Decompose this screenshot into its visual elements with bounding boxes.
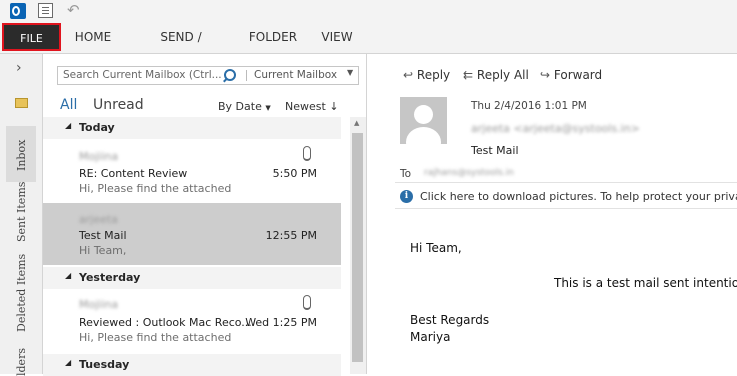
body-signature: Mariya [410, 330, 451, 344]
mail-subject: Test Mail [79, 229, 127, 242]
mail-time: 5:50 PM [272, 167, 317, 180]
search-box[interactable]: Search Current Mailbox (Ctrl... Current … [57, 66, 359, 85]
info-bar-divider [395, 182, 737, 183]
ribbon-tabs: FILE HOME SEND / RECEIVE FOLDER VIEW [0, 22, 737, 75]
body-line: This is a test mail sent intentio [554, 276, 737, 290]
reading-pane: ↩ Reply ⇇ Reply All ↪ Forward Thu 2/4/20… [367, 54, 737, 374]
forward-icon: ↪ [540, 68, 551, 82]
undo-icon[interactable]: ↶ [67, 1, 80, 19]
mail-preview: Hi Team, [79, 244, 127, 257]
sort-order-toggle[interactable]: Newest ↓ [285, 100, 339, 113]
reply-all-icon: ⇇ [463, 68, 474, 82]
folder-inbox[interactable]: Inbox [15, 140, 28, 171]
group-label: Yesterday [79, 271, 141, 284]
collapse-triangle-icon: ◢ [65, 271, 72, 280]
folder-sent-items[interactable]: Sent Items [15, 182, 28, 242]
list-item[interactable]: Mojiina Reviewed : Outlook Mac Reco... W… [43, 290, 341, 352]
group-header-yesterday[interactable]: ◢ Yesterday [43, 267, 341, 289]
group-label: Today [79, 121, 115, 134]
chevron-down-icon[interactable]: ▼ [347, 68, 353, 77]
mail-subject: RE: Content Review [79, 167, 188, 180]
chevron-down-icon: ▼ [265, 104, 271, 112]
body-greeting: Hi Team, [410, 241, 462, 255]
mail-time: Wed 1:25 PM [245, 316, 317, 329]
list-scrollbar[interactable]: ▲ [350, 117, 366, 374]
mail-sender: Mojiina [79, 298, 119, 311]
to-label: To [400, 168, 412, 180]
folder-pane-collapsed: › Inbox Sent Items Deleted Items lders [0, 54, 43, 376]
info-icon: i [400, 190, 413, 203]
info-bar-divider [395, 208, 737, 209]
search-scope-dropdown[interactable]: Current Mailbox [254, 69, 337, 81]
list-item[interactable]: Mojiina RE: Content Review 5:50 PM Hi, P… [43, 140, 341, 202]
forward-label: Forward [553, 68, 603, 82]
search-input[interactable]: Search Current Mailbox (Ctrl... [63, 69, 222, 81]
folder-icon[interactable] [15, 98, 28, 108]
group-label: Tuesday [79, 358, 130, 371]
message-from[interactable]: arjeeta <arjeeta@systools.in> [471, 122, 640, 135]
mail-preview: Hi, Please find the attached [79, 182, 232, 195]
folder-deleted-items[interactable]: Deleted Items [15, 254, 28, 332]
sort-by-date-dropdown[interactable]: By Date ▼ [218, 100, 271, 113]
tab-home[interactable]: HOME [71, 22, 115, 53]
group-header-tuesday[interactable]: ◢ Tuesday [43, 354, 341, 376]
scroll-up-arrow-icon[interactable]: ▲ [354, 119, 359, 127]
body-closing: Best Regards [410, 313, 490, 327]
attachment-icon [303, 295, 311, 310]
mail-sender: arjeeta [79, 213, 118, 226]
list-item[interactable]: arjeeta Test Mail 12:55 PM Hi Team, [43, 203, 341, 265]
arrow-down-icon: ↓ [329, 100, 339, 113]
mail-subject: Reviewed : Outlook Mac Reco... [79, 316, 252, 329]
mail-sender: Mojiina [79, 150, 119, 163]
mail-preview: Hi, Please find the attached [79, 331, 232, 344]
group-header-today[interactable]: ◢ Today [43, 117, 341, 139]
reply-label: Reply [416, 68, 451, 82]
outlook-logo-icon [10, 3, 26, 19]
download-pictures-bar[interactable]: Click here to download pictures. To help… [420, 190, 737, 203]
message-subject: Test Mail [471, 144, 519, 157]
collapse-triangle-icon: ◢ [65, 121, 72, 130]
tab-view[interactable]: VIEW [318, 22, 356, 53]
mail-time: 12:55 PM [265, 229, 317, 242]
folder-folders[interactable]: lders [15, 348, 28, 376]
collapse-triangle-icon: ◢ [65, 358, 72, 367]
avatar [400, 97, 447, 144]
sort-order-label: Newest [285, 100, 326, 113]
scope-divider [246, 70, 247, 81]
reply-button[interactable]: ↩ Reply [403, 68, 450, 82]
expand-folder-pane-button[interactable]: › [16, 60, 22, 76]
reply-icon: ↩ [403, 68, 414, 82]
message-list-pane: Search Current Mailbox (Ctrl... Current … [43, 54, 367, 376]
title-bar: ↶ [0, 0, 737, 22]
send-receive-all-icon[interactable] [38, 3, 53, 18]
filter-unread[interactable]: Unread [93, 97, 144, 113]
tab-folder[interactable]: FOLDER [246, 22, 300, 53]
forward-button[interactable]: ↪ Forward [540, 68, 602, 82]
scroll-thumb[interactable] [352, 133, 363, 362]
reply-all-label: Reply All [476, 68, 529, 82]
tab-send-receive[interactable]: SEND / RECEIVE [133, 22, 229, 75]
reply-all-button[interactable]: ⇇ Reply All [463, 68, 529, 82]
sort-by-label: By Date [218, 100, 262, 113]
message-date: Thu 2/4/2016 1:01 PM [471, 100, 587, 112]
attachment-icon [303, 146, 311, 161]
filter-all[interactable]: All [60, 97, 77, 113]
tab-file[interactable]: FILE [2, 23, 61, 51]
to-recipient[interactable]: rajhans@systools.in [424, 168, 514, 178]
